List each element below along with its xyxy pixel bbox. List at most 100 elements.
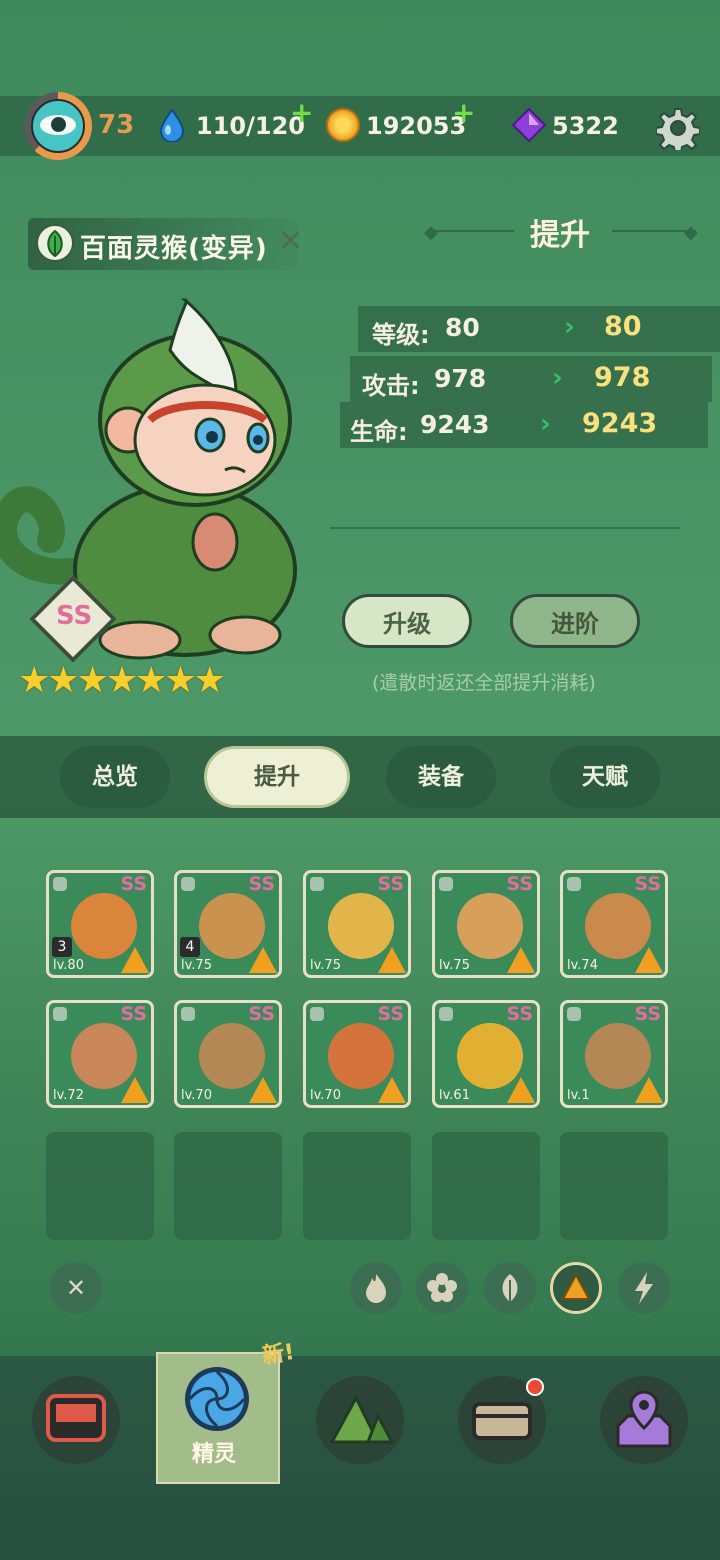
stat-label: 生命: (350, 418, 408, 446)
pet-rarity: SS (248, 873, 275, 895)
pet-card[interactable]: SS lv.70 (303, 1000, 411, 1108)
tab-equipment[interactable]: 装备 (386, 746, 496, 808)
pet-portrait (199, 893, 265, 959)
pet-rarity: SS (377, 873, 404, 895)
stat-label: 等级: (372, 321, 430, 349)
lock-icon[interactable] (567, 1007, 581, 1021)
empty-slot (432, 1132, 540, 1240)
star-rating: ★★★★★★★ (18, 660, 226, 701)
advance-button[interactable]: 进阶 (510, 594, 640, 648)
lock-icon[interactable] (567, 877, 581, 891)
lock-icon[interactable] (439, 877, 453, 891)
pet-portrait (585, 893, 651, 959)
lock-icon[interactable] (53, 1007, 67, 1021)
stat-current: 80 (445, 313, 480, 342)
stat-next: 978 (594, 362, 651, 393)
tab-talent[interactable]: 天赋 (550, 746, 660, 808)
tab-overview[interactable]: 总览 (60, 746, 170, 808)
pet-count: 3 (52, 937, 72, 957)
lock-icon[interactable] (181, 1007, 195, 1021)
water-drop-icon (159, 108, 185, 142)
gear-icon[interactable] (656, 106, 700, 150)
pet-count: 4 (180, 937, 200, 957)
notification-dot (526, 1378, 544, 1396)
pet-rarity: SS (506, 1003, 533, 1025)
pet-rarity: SS (377, 1003, 404, 1025)
aperture-icon (185, 1367, 249, 1431)
pet-portrait (457, 1023, 523, 1089)
pet-rarity: SS (634, 1003, 661, 1025)
lightning-icon[interactable] (618, 1262, 670, 1314)
pet-portrait (328, 893, 394, 959)
add-stamina-button[interactable]: + (290, 96, 313, 129)
pet-level: lv.75 (181, 958, 212, 973)
clear-filter-button[interactable]: ✕ (50, 1262, 102, 1314)
pet-card[interactable]: SS lv.75 (432, 870, 540, 978)
console-icon (46, 1394, 106, 1442)
gem-value: 5322 (552, 112, 619, 140)
level-up-button[interactable]: 升级 (342, 594, 472, 648)
arrow-icon: › (540, 409, 551, 439)
pet-card[interactable]: SS 4 lv.75 (174, 870, 282, 978)
pet-portrait (457, 893, 523, 959)
pet-portrait (199, 1023, 265, 1089)
pet-portrait (328, 1023, 394, 1089)
arrow-icon: › (552, 363, 563, 393)
refund-hint: (遣散时返还全部提升消耗) (372, 672, 596, 694)
pet-level: lv.70 (310, 1088, 341, 1103)
pet-name: 百面灵猴(变异) (80, 234, 268, 264)
earth-filter-button[interactable] (550, 1262, 602, 1314)
nav-pets-label: 精灵 (192, 1442, 237, 1467)
empty-slot (560, 1132, 668, 1240)
tab-upgrade[interactable]: 提升 (204, 746, 350, 808)
ornament-left-icon: ◆ (424, 222, 438, 243)
pet-level: lv.61 (439, 1088, 470, 1103)
pet-card[interactable]: SS lv.70 (174, 1000, 282, 1108)
new-badge: 新! (260, 1339, 296, 1370)
stat-current: 978 (434, 364, 487, 393)
stamina-value: 110/120 (196, 112, 305, 140)
pet-card[interactable]: SS lv.61 (432, 1000, 540, 1108)
arrow-icon: › (564, 312, 575, 342)
pet-rarity: SS (248, 1003, 275, 1025)
empty-slot (174, 1132, 282, 1240)
pet-portrait (71, 893, 137, 959)
gem-icon (512, 108, 546, 142)
coin-icon (326, 108, 360, 142)
pet-rarity: SS (506, 873, 533, 895)
rarity-label: SS (56, 601, 93, 631)
flower-icon[interactable] (416, 1262, 468, 1314)
lock-icon[interactable] (310, 877, 324, 891)
nav-map[interactable] (316, 1376, 404, 1464)
panel-divider (330, 527, 680, 529)
stat-next: 9243 (582, 408, 658, 439)
ornament-right-icon: ◆ (684, 222, 698, 243)
nav-location[interactable] (600, 1376, 688, 1464)
pet-card[interactable]: SS 3 lv.80 (46, 870, 154, 978)
pet-rarity: SS (634, 873, 661, 895)
stat-label: 攻击: (362, 372, 420, 400)
fire-icon[interactable] (350, 1262, 402, 1314)
pet-card[interactable]: SS lv.75 (303, 870, 411, 978)
nav-battle[interactable] (32, 1376, 120, 1464)
pet-card[interactable]: SS lv.72 (46, 1000, 154, 1108)
leaf-icon[interactable] (484, 1262, 536, 1314)
nav-pets[interactable] (174, 1364, 258, 1436)
location-pin-icon (616, 1390, 672, 1448)
close-icon[interactable]: ✕ (278, 224, 303, 259)
lock-icon[interactable] (439, 1007, 453, 1021)
stat-current: 9243 (420, 410, 490, 439)
empty-slot (303, 1132, 411, 1240)
pet-card[interactable]: SS lv.74 (560, 870, 668, 978)
stat-next: 80 (604, 311, 642, 342)
lock-icon[interactable] (181, 877, 195, 891)
panel-title: 提升 (530, 218, 590, 253)
pet-portrait (585, 1023, 651, 1089)
add-coins-button[interactable]: + (452, 96, 475, 129)
lock-icon[interactable] (53, 877, 67, 891)
pet-card[interactable]: SS lv.1 (560, 1000, 668, 1108)
mountain-icon (329, 1394, 395, 1444)
player-level: 73 (98, 110, 135, 140)
title-ornament-left (430, 230, 514, 232)
lock-icon[interactable] (310, 1007, 324, 1021)
